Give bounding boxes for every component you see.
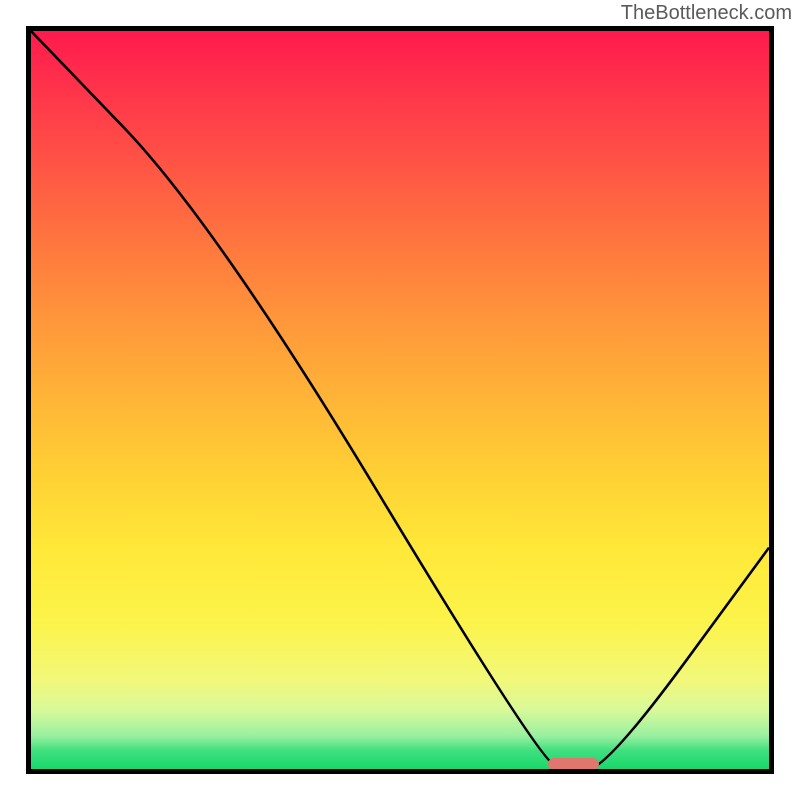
optimal-range-marker (548, 758, 600, 770)
watermark-text: TheBottleneck.com (621, 2, 792, 25)
chart-plot-area (26, 26, 774, 774)
bottleneck-curve (31, 31, 769, 769)
